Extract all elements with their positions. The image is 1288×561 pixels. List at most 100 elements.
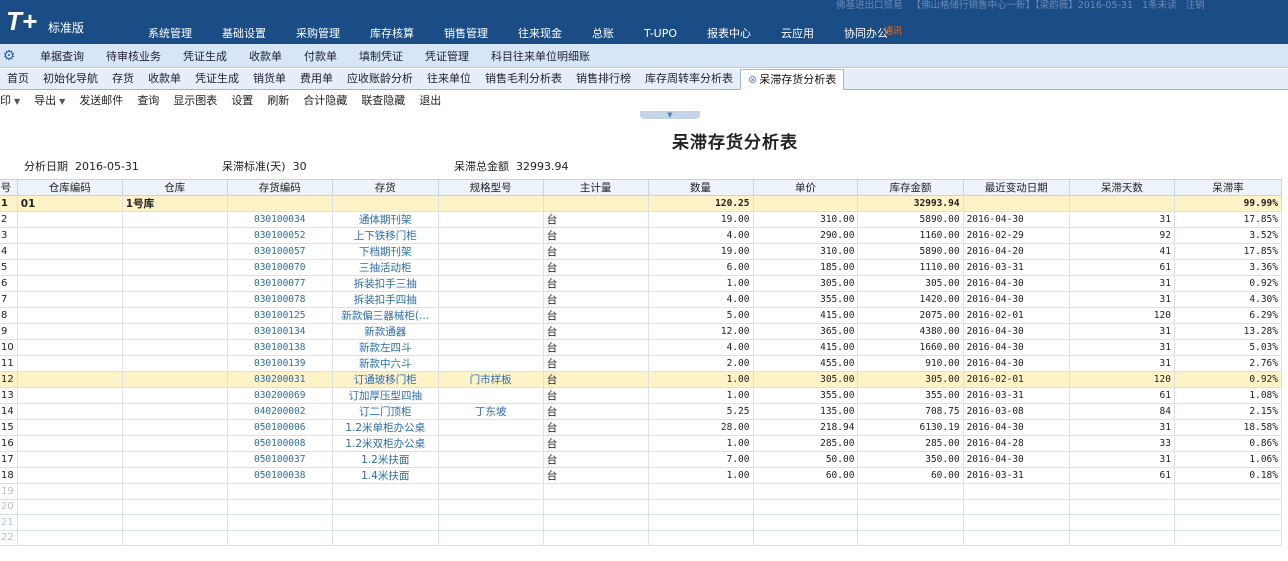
- table-row[interactable]: 13 030200069 订加厚压型四抽台 1.00 355.00 355.00 2016-…: [0, 387, 1283, 404]
- main-menu-item[interactable]: 报表中心: [699, 24, 759, 44]
- table-row[interactable]: 2 030100034 通体期刊架 台 19.00 310.00 5890.00 2016-0…: [0, 211, 1283, 228]
- column-header[interactable]: 主计量: [542, 179, 649, 196]
- table-row[interactable]: 15 050100006 1.2米单柜办公桌 台 28.00 218.94 6130.19 2…: [0, 419, 1283, 436]
- empty-row: 20: [0, 498, 1283, 515]
- tab-item[interactable]: 凭证生成: [188, 69, 246, 89]
- table-cell: 台: [542, 435, 649, 452]
- toolbar-button[interactable]: 联查隐藏: [361, 92, 405, 108]
- column-header[interactable]: 数量: [647, 179, 754, 196]
- table-cell: 1160.00: [857, 227, 964, 244]
- gear-icon[interactable]: ⚙: [0, 47, 18, 65]
- table-row[interactable]: 17 050100037 1.2米扶面 台 7.00 50.00 350.00 2016-04…: [0, 451, 1283, 468]
- tab-item[interactable]: 首页: [0, 69, 36, 89]
- table-row[interactable]: 11 030100139 新款中六斗 台 2.00 455.00 910.00 2016-04…: [0, 355, 1283, 372]
- unread-messages[interactable]: 1条未读: [1142, 0, 1177, 11]
- sub-menu-item[interactable]: 待审核业务: [106, 48, 161, 64]
- table-cell: [437, 483, 544, 500]
- toolbar-button[interactable]: 显示图表: [173, 92, 217, 108]
- tab-active[interactable]: ⊗ 呆滞存货分析表: [740, 69, 845, 90]
- column-header[interactable]: 呆滞天数: [1068, 179, 1175, 196]
- tab-item[interactable]: 存货: [105, 69, 141, 89]
- column-header[interactable]: 号: [0, 179, 18, 196]
- toolbar-button[interactable]: 查询: [137, 92, 159, 108]
- toolbar-button[interactable]: 合计隐藏: [303, 92, 347, 108]
- tab-item[interactable]: 收款单: [141, 69, 188, 89]
- toolbar-button[interactable]: 退出: [419, 92, 441, 108]
- table-cell: [542, 529, 649, 546]
- table-cell: 030100134: [226, 323, 333, 340]
- column-header[interactable]: 规格型号: [437, 179, 544, 196]
- table-row[interactable]: 12 030200031 订通玻移门柜 门市样板台 1.00 305.00 305.00 20…: [0, 371, 1283, 388]
- table-cell: [962, 483, 1070, 500]
- toolbar-button[interactable]: 设置: [231, 92, 253, 108]
- tab-item[interactable]: 往来单位: [420, 69, 478, 89]
- table-cell: 下档期刊架: [331, 243, 439, 260]
- table-row[interactable]: 4 030100057 下档期刊架 台 19.00 310.00 5890.00 2016-0…: [0, 243, 1283, 260]
- tab-item[interactable]: 费用单: [293, 69, 340, 89]
- tab-item[interactable]: 应收账龄分析: [340, 69, 420, 89]
- column-header[interactable]: 存货编码: [226, 179, 333, 196]
- tab-item[interactable]: 库存周转率分析表: [638, 69, 740, 89]
- sub-menu-item[interactable]: 付款单: [304, 48, 337, 64]
- logout-link[interactable]: 注销: [1186, 0, 1205, 11]
- table-cell: 19.00: [647, 243, 754, 260]
- column-header[interactable]: 库存金额: [857, 179, 964, 196]
- main-menu-item[interactable]: 销售管理: [436, 24, 496, 44]
- sub-menu-item[interactable]: 单据查询: [40, 48, 84, 64]
- table-row[interactable]: 8 030100125 新款偏三器械柜(... 台 5.00 415.00 2075.00 2…: [0, 307, 1283, 324]
- table-cell: 4.30%: [1173, 291, 1283, 308]
- table-cell: 5.25: [647, 403, 754, 420]
- status-bar: 佛基进出口贸易 【佛山格储行销售中心一新】【梁韵薇】2016-05-31 1条未…: [836, 0, 1211, 12]
- table-row[interactable]: 5 030100070 三抽活动柜 台 6.00 185.00 1110.00 2016-03…: [0, 259, 1283, 276]
- main-menu-item[interactable]: 往来现金: [510, 24, 570, 44]
- tab-item[interactable]: 销售排行榜: [569, 69, 638, 89]
- main-menu-item[interactable]: 采购管理: [288, 24, 348, 44]
- toolbar-button[interactable]: 印 ▼: [0, 92, 20, 108]
- report-params: 分析日期 2016-05-31 呆滞标准(天) 30 呆滞总金额 32993.9…: [0, 158, 1288, 174]
- table-cell: [121, 227, 228, 244]
- sub-menu-item[interactable]: 凭证管理: [425, 48, 469, 64]
- table-row[interactable]: 6 030100077 拆装扣手三抽台 1.00 305.00 305.00 2016-04…: [0, 275, 1283, 292]
- table-cell: 2.15%: [1173, 403, 1283, 420]
- column-header[interactable]: 最近变动日期: [962, 179, 1070, 196]
- table-row[interactable]: 18 050100038 1.4米扶面台 1.00 60.00 60.00 2016-03-…: [0, 467, 1283, 484]
- toolbar-button[interactable]: 导出 ▼: [34, 92, 65, 108]
- table-cell: [16, 323, 123, 340]
- table-cell: [437, 291, 544, 308]
- column-header[interactable]: 存货: [331, 179, 439, 196]
- column-header[interactable]: 呆滞率: [1173, 179, 1283, 196]
- table-row[interactable]: 10 030100138 新款左四斗 台 4.00 415.00 1660.00 2016-0…: [0, 339, 1283, 356]
- main-menu-item[interactable]: 云应用: [773, 24, 822, 44]
- table-cell: 2016-02-01: [962, 371, 1070, 388]
- main-menu-item[interactable]: 总账: [584, 24, 622, 44]
- main-menu-item[interactable]: 系统管理: [140, 24, 200, 44]
- top-bar: 佛基进出口贸易 【佛山格储行销售中心一新】【梁韵薇】2016-05-31 1条未…: [0, 0, 1288, 44]
- table-row[interactable]: 3 030100052 上下铁移门柜 台 4.00 290.00 1160.00 2016-0…: [0, 227, 1283, 244]
- column-header[interactable]: 仓库编码: [16, 179, 123, 196]
- tab-item[interactable]: 初始化导航: [36, 69, 105, 89]
- toolbar-button[interactable]: 刷新: [267, 92, 289, 108]
- table-cell: [16, 498, 123, 515]
- sub-menu-item[interactable]: 收款单: [249, 48, 282, 64]
- toolbar-button[interactable]: 发送邮件: [79, 92, 123, 108]
- table-row[interactable]: 7 030100078 拆装扣手四抽 台 4.00 355.00 1420.00 2016-0…: [0, 291, 1283, 308]
- sub-menu-item[interactable]: 科目往来单位明细账: [491, 48, 590, 64]
- main-menu-item[interactable]: 基础设置: [214, 24, 274, 44]
- summary-row[interactable]: 1 01 1号库 120.25 32993.94 99.99%: [0, 195, 1283, 212]
- close-icon[interactable]: ⊗: [748, 73, 757, 86]
- tab-item[interactable]: 销货单: [246, 69, 293, 89]
- main-menu-item[interactable]: T-UPO: [636, 24, 685, 44]
- column-header[interactable]: 仓库: [121, 179, 228, 196]
- collapse-handle[interactable]: ▼: [640, 111, 700, 119]
- sub-menu-item[interactable]: 凭证生成: [183, 48, 227, 64]
- table-row[interactable]: 14 040200002 订二门顶柜 丁东坡台 5.25 135.00 708.75 2016…: [0, 403, 1283, 420]
- sub-menu-item[interactable]: 填制凭证: [359, 48, 403, 64]
- main-menu-item[interactable]: 协同办公 通讯: [836, 24, 902, 44]
- table-cell: 1.4米扶面: [331, 467, 439, 484]
- main-menu-item[interactable]: 库存核算: [362, 24, 422, 44]
- column-header[interactable]: 单价: [752, 179, 859, 196]
- tab-item[interactable]: 销售毛利分析表: [478, 69, 569, 89]
- table-row[interactable]: 16 050100008 1.2米双柜办公桌台 1.00 285.00 285.00 201…: [0, 435, 1283, 452]
- empty-row: 21: [0, 514, 1283, 531]
- table-row[interactable]: 9 030100134 新款通器 台 12.00 365.00 4380.00 2016-04…: [0, 323, 1283, 340]
